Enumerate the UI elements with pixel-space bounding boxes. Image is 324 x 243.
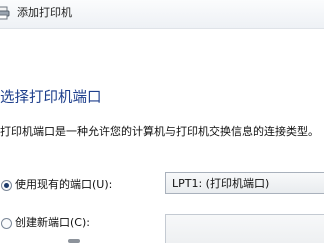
- port-description: 打印机端口是一种允许您的计算机与打印机交换信息的连接类型。: [0, 125, 319, 138]
- window-title: 添加打印机: [17, 6, 72, 19]
- existing-port-select[interactable]: LPT1: (打印机端口): [165, 172, 324, 194]
- title-bar: 添加打印机: [0, 0, 324, 29]
- use-existing-port-label[interactable]: 使用现有的端口(U):: [15, 177, 112, 193]
- existing-port-select-value: LPT1: (打印机端口): [172, 177, 270, 190]
- port-type-icon: [68, 239, 80, 243]
- use-existing-port-radio[interactable]: [1, 180, 12, 191]
- new-port-type-select[interactable]: [165, 214, 324, 243]
- page-title: 选择打印机端口: [0, 90, 102, 106]
- create-new-port-radio[interactable]: [1, 218, 12, 229]
- create-new-port-label[interactable]: 创建新端口(C):: [15, 215, 90, 231]
- printer-icon: [0, 6, 10, 20]
